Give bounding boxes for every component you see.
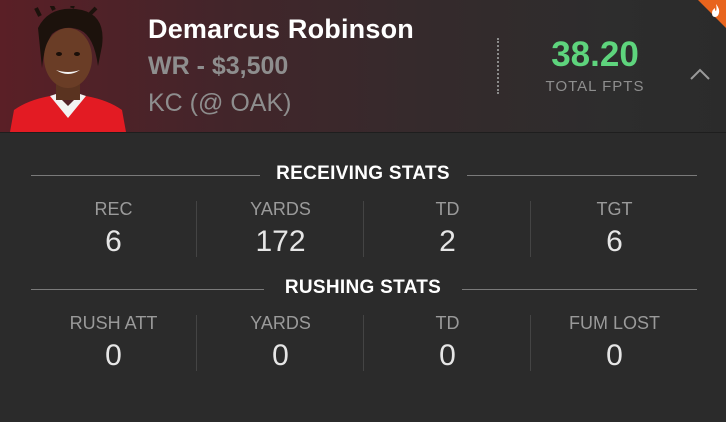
stat-label: TD (435, 313, 460, 333)
stat-label: YARDS (250, 199, 311, 219)
stat-yards: YARDS 172 (197, 197, 364, 261)
stat-label: REC (94, 199, 133, 219)
player-header: Demarcus Robinson WR - $3,500 KC (@ OAK)… (0, 0, 726, 133)
stat-label: TD (435, 199, 460, 219)
stat-value: 172 (255, 225, 306, 258)
stat-rush-yards: YARDS 0 (197, 311, 364, 375)
chevron-up-icon[interactable] (688, 66, 712, 82)
stat-value: 0 (272, 339, 289, 372)
stat-fum-lost: FUM LOST 0 (531, 311, 698, 375)
player-matchup: KC (@ OAK) (148, 89, 292, 117)
flame-icon (698, 0, 726, 28)
rushing-stats-title: RUSHING STATS (284, 277, 442, 298)
stat-rush-att: RUSH ATT 0 (30, 311, 197, 375)
stat-value: 6 (105, 225, 122, 258)
stat-label: RUSH ATT (69, 313, 158, 333)
stat-value: 0 (105, 339, 122, 372)
stat-rush-td: TD 0 (364, 311, 531, 375)
stat-label: FUM LOST (568, 313, 660, 333)
stat-td: TD 2 (364, 197, 531, 261)
stat-value: 0 (606, 339, 623, 372)
player-photo (10, 6, 126, 132)
player-name: Demarcus Robinson (148, 14, 414, 44)
receiving-stats-header: RECEIVING STATS (0, 163, 726, 189)
stat-tgt: TGT 6 (531, 197, 698, 261)
rushing-stats-row: RUSH ATT 0 YARDS 0 TD 0 FUM LOST 0 (30, 311, 698, 375)
player-position-salary: WR - $3,500 (148, 52, 289, 80)
stat-label: TGT (596, 199, 633, 219)
stat-rec: REC 6 (30, 197, 197, 261)
receiving-stats-title: RECEIVING STATS (276, 163, 450, 184)
stat-value: 2 (439, 225, 456, 258)
total-fpts-value: 38.20 (551, 35, 639, 74)
stat-value: 6 (606, 225, 623, 258)
receiving-stats-row: REC 6 YARDS 172 TD 2 TGT 6 (30, 197, 698, 261)
total-fpts-label: TOTAL FPTS (545, 78, 645, 95)
header-divider (497, 38, 499, 94)
stat-label: YARDS (250, 313, 311, 333)
stat-value: 0 (439, 339, 456, 372)
rushing-stats-header: RUSHING STATS (0, 277, 726, 303)
